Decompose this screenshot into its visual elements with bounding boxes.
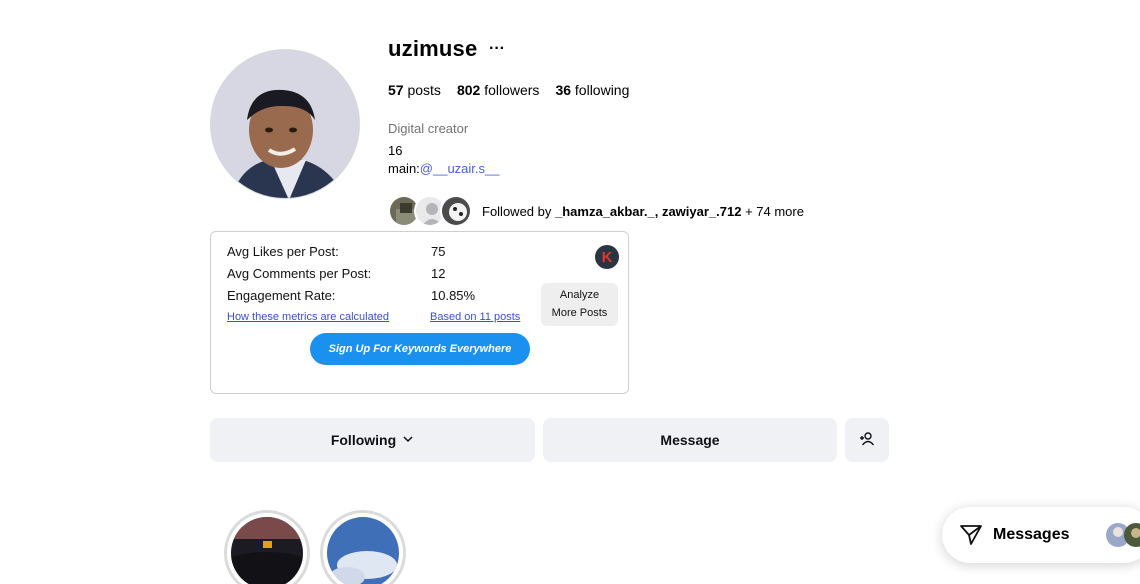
followers-count: 802 xyxy=(456,82,481,98)
profile-stats: 57 posts 802 followers 36 following xyxy=(388,82,629,98)
bio-line: 16 xyxy=(388,143,403,158)
analyze-line-1: Analyze xyxy=(559,288,600,301)
messages-label: Messages xyxy=(993,526,1070,543)
chevron-down-icon xyxy=(402,432,414,448)
followed-by-more: + 74 more xyxy=(741,203,804,219)
analyze-more-posts-button[interactable]: Analyze More Posts xyxy=(541,283,618,326)
following-stat[interactable]: 36 following xyxy=(555,82,629,98)
signup-keywords-everywhere-button[interactable]: Sign Up For Keywords Everywhere xyxy=(310,333,530,365)
followed-by-prefix: Followed by xyxy=(482,203,555,219)
following-label: following xyxy=(574,82,630,98)
followed-by-text: Followed by _hamza_akbar._, zawiyar_.712… xyxy=(482,204,804,219)
posts-stat: 57 posts xyxy=(388,82,441,98)
keywords-everywhere-widget: Avg Likes per Post: 75 Avg Comments per … xyxy=(210,231,629,394)
following-count: 36 xyxy=(555,82,572,98)
followers-label: followers xyxy=(484,82,540,98)
following-button[interactable]: Following xyxy=(210,418,535,462)
analyze-line-2: More Posts xyxy=(551,306,608,319)
posts-count: 57 xyxy=(388,82,404,98)
followed-by-names: _hamza_akbar._, zawiyar_.712 xyxy=(554,203,742,219)
bio-mention-link[interactable]: @__uzair.s__ xyxy=(420,161,500,176)
bio-category: Digital creator xyxy=(388,121,469,136)
avg-comments-label: Avg Comments per Post: xyxy=(227,266,372,281)
message-label: Message xyxy=(660,432,720,448)
based-on-posts-link[interactable]: Based on 11 posts xyxy=(430,311,520,323)
keywords-everywhere-logo-icon: K xyxy=(595,245,619,269)
followers-stat[interactable]: 802 followers xyxy=(457,82,540,98)
story-highlight[interactable] xyxy=(320,510,406,584)
following-label: Following xyxy=(330,432,397,448)
avg-likes-value: 75 xyxy=(431,244,446,259)
avg-likes-label: Avg Likes per Post: xyxy=(227,244,339,259)
posts-label: posts xyxy=(407,82,441,98)
add-user-icon xyxy=(859,431,875,450)
engagement-rate-value: 10.85% xyxy=(431,288,476,303)
messages-drawer-button[interactable]: Messages xyxy=(942,507,1140,563)
bio-main-prefix: main: xyxy=(388,161,420,176)
highlight-cover xyxy=(327,517,399,584)
message-button[interactable]: Message xyxy=(543,418,837,462)
more-horizontal-icon[interactable]: ··· xyxy=(489,40,505,58)
avg-comments-value: 12 xyxy=(431,266,446,281)
engagement-rate-label: Engagement Rate: xyxy=(227,288,336,303)
mutual-avatar xyxy=(440,195,472,227)
message-contact-avatar xyxy=(1123,523,1140,547)
metrics-explanation-link[interactable]: How these metrics are calculated xyxy=(227,311,389,323)
followed-by[interactable]: Followed by _hamza_akbar._, zawiyar_.712… xyxy=(388,195,804,227)
highlight-cover xyxy=(231,517,303,584)
profile-username: uzimuse xyxy=(388,36,478,61)
bio-main-line: main:@__uzair.s__ xyxy=(388,161,500,176)
add-user-button[interactable] xyxy=(845,418,889,462)
profile-avatar[interactable] xyxy=(210,49,360,199)
paper-plane-icon xyxy=(959,523,983,547)
story-highlight[interactable] xyxy=(224,510,310,584)
